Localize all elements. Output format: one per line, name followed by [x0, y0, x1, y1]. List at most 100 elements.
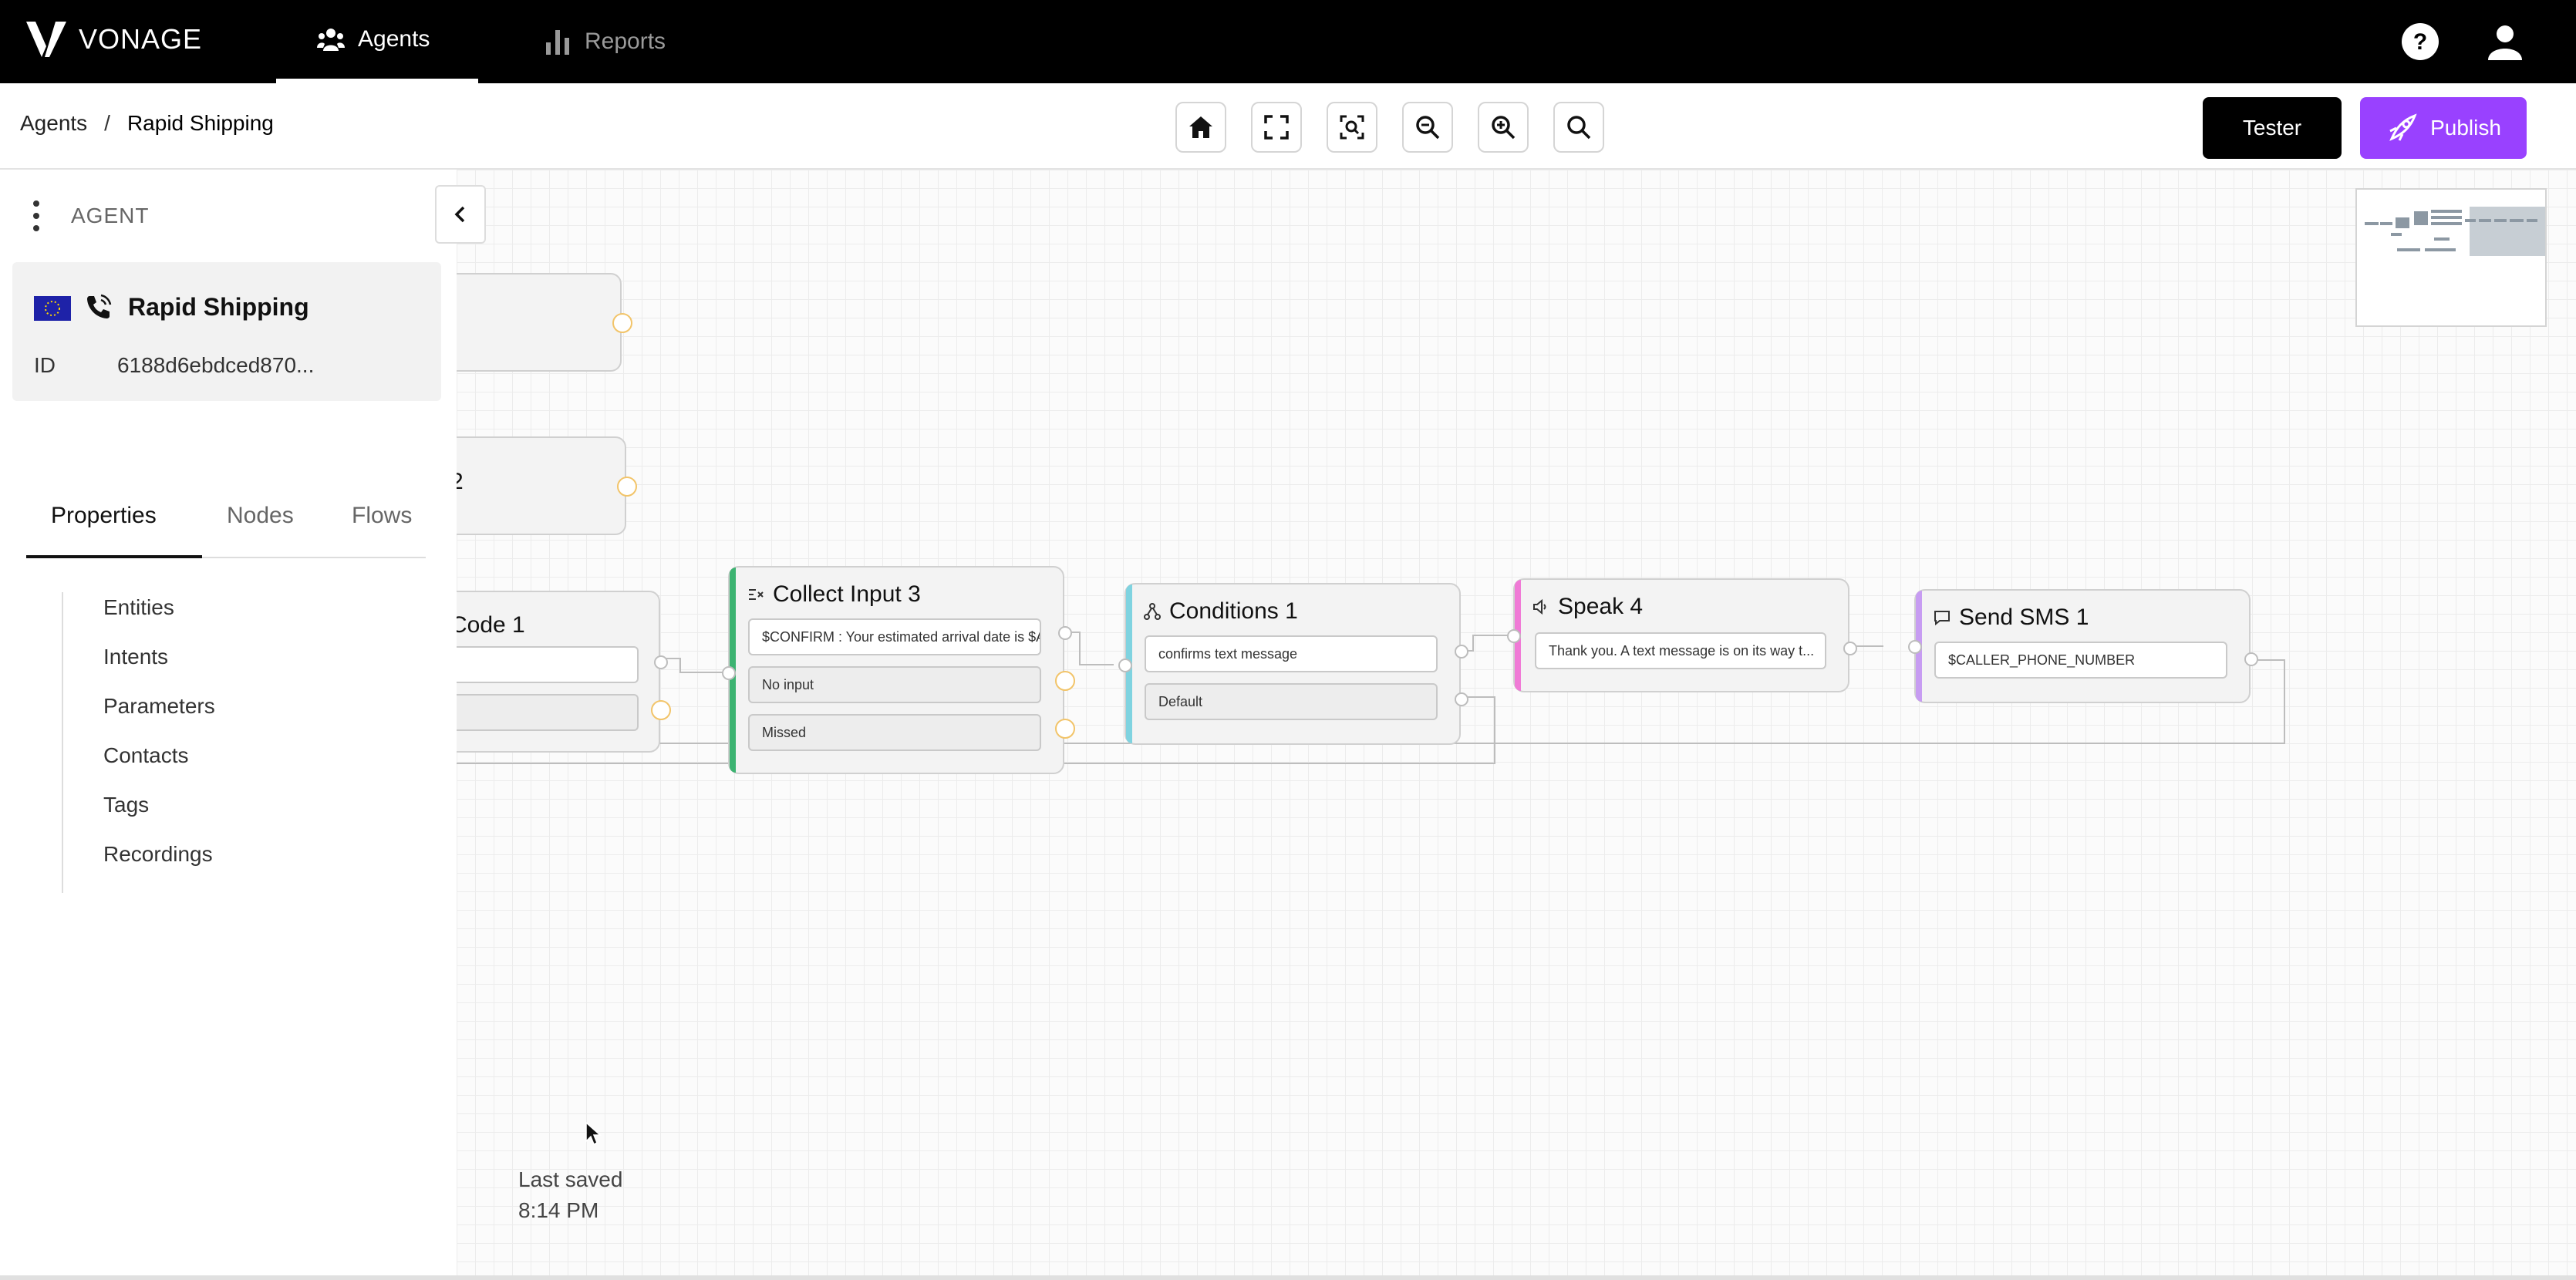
- publish-label: Publish: [2430, 116, 2501, 140]
- home-button[interactable]: [1175, 102, 1226, 153]
- publish-button[interactable]: Publish: [2360, 97, 2527, 159]
- output-port[interactable]: [1058, 626, 1072, 640]
- output-port[interactable]: [1055, 671, 1075, 691]
- node-title-text: Send SMS 1: [1959, 605, 2089, 630]
- input-port[interactable]: [1908, 640, 1922, 654]
- tab-nodes[interactable]: Nodes: [227, 503, 294, 529]
- conditions-icon: [1144, 603, 1161, 620]
- collect-input-prompt-field[interactable]: $CONFIRM : Your estimated arrival date i…: [748, 618, 1041, 655]
- vonage-v-icon: [26, 22, 66, 57]
- last-saved-status: Last saved 8:14 PM: [518, 1164, 622, 1226]
- help-icon[interactable]: ?: [2399, 20, 2442, 63]
- zoom-in-icon: [1492, 116, 1516, 140]
- output-port[interactable]: [612, 313, 632, 333]
- agent-id-value: 6188d6ebdced870...: [117, 353, 315, 377]
- sub-toolbar: Agents / Rapid Shipping Tester Publish: [0, 83, 2576, 170]
- search-button[interactable]: [1553, 102, 1604, 153]
- collapse-panel-button[interactable]: [435, 185, 486, 244]
- mouse-cursor-icon: [585, 1121, 602, 1146]
- input-port[interactable]: [1118, 659, 1132, 672]
- code-node-field[interactable]: [457, 694, 639, 731]
- output-port[interactable]: [617, 477, 637, 497]
- agent-card[interactable]: Rapid Shipping ID 6188d6ebdced870...: [12, 262, 441, 401]
- nav-tab-agents[interactable]: Agents: [276, 0, 478, 83]
- canvas-minimap[interactable]: [2355, 188, 2547, 327]
- phone-call-icon: [87, 294, 112, 318]
- breadcrumb-separator: /: [104, 111, 110, 135]
- breadcrumb-agents-link[interactable]: Agents: [20, 111, 87, 136]
- output-port[interactable]: [651, 700, 671, 720]
- no-input-branch[interactable]: No input: [748, 666, 1041, 703]
- collect-input-icon: [749, 589, 764, 600]
- input-port[interactable]: [1507, 629, 1521, 643]
- property-intents[interactable]: Intents: [103, 642, 215, 691]
- flow-node-partial-2[interactable]: 2: [457, 436, 637, 535]
- speak-node[interactable]: Speak 4 Thank you. A text message is on …: [1507, 578, 1857, 692]
- output-port[interactable]: [1455, 692, 1468, 706]
- property-parameters[interactable]: Parameters: [103, 691, 215, 740]
- node-title-text: Collect Input 3: [773, 581, 921, 607]
- top-bar: VONAGE Agents Reports ?: [0, 0, 2576, 83]
- zoom-fit-button[interactable]: [1327, 102, 1377, 153]
- nav-tab-label: Agents: [358, 26, 430, 52]
- tab-flows[interactable]: Flows: [352, 503, 412, 529]
- zoom-out-icon: [1416, 116, 1440, 140]
- output-port[interactable]: [1455, 645, 1468, 659]
- zoom-out-button[interactable]: [1402, 102, 1453, 153]
- property-entities[interactable]: Entities: [103, 592, 215, 642]
- missed-branch[interactable]: Missed: [748, 714, 1041, 751]
- code-node[interactable]: Code 1 E: [457, 591, 671, 753]
- breadcrumb: Agents / Rapid Shipping: [20, 111, 274, 136]
- breadcrumb-current: Rapid Shipping: [126, 111, 274, 135]
- agent-id-label: ID: [34, 353, 56, 377]
- minimap-preview: [2365, 207, 2545, 256]
- nav-tab-reports[interactable]: Reports: [543, 0, 666, 83]
- brand-name: VONAGE: [79, 23, 203, 55]
- output-port[interactable]: [2244, 652, 2258, 666]
- default-branch[interactable]: Default: [1145, 683, 1438, 720]
- message-icon: [1934, 611, 1950, 626]
- property-tags[interactable]: Tags: [103, 790, 215, 839]
- bar-chart-icon: [546, 30, 569, 55]
- node-title-text: Speak 4: [1558, 594, 1644, 619]
- bottom-edge: [0, 1275, 2576, 1280]
- output-port[interactable]: [654, 655, 668, 669]
- conditions-node[interactable]: Conditions 1 confirms text message Defau…: [1118, 583, 1468, 745]
- chevron-left-icon: [454, 206, 465, 223]
- collect-input-node[interactable]: Collect Input 3 $CONFIRM : Your estimate…: [722, 566, 1075, 774]
- nav-tab-label: Reports: [585, 29, 666, 54]
- search-icon: [1567, 116, 1591, 140]
- tab-properties[interactable]: Properties: [51, 503, 157, 529]
- input-port[interactable]: [722, 666, 736, 680]
- svg-text:?: ?: [2413, 29, 2427, 55]
- send-sms-node[interactable]: Send SMS 1 $CALLER_PHONE_NUMBER: [1908, 589, 2258, 703]
- vonage-logo[interactable]: VONAGE: [25, 20, 202, 59]
- flow-canvas[interactable]: 2 Code 1 E Collect Input 3 $CONFIRM : Yo…: [457, 170, 2576, 1280]
- eu-flag-icon: [34, 296, 71, 321]
- zoom-in-button[interactable]: [1478, 102, 1529, 153]
- node-title: Code 1: [457, 612, 525, 638]
- kebab-menu-icon[interactable]: [32, 199, 40, 233]
- speak-message-field[interactable]: Thank you. A text message is on its way …: [1535, 632, 1826, 669]
- node-title-text: Conditions 1: [1169, 598, 1298, 624]
- agent-name: Rapid Shipping: [128, 293, 309, 321]
- flow-node-partial-1[interactable]: [457, 273, 632, 372]
- fullscreen-button[interactable]: [1251, 102, 1302, 153]
- output-port[interactable]: [1055, 719, 1075, 739]
- sms-recipient-field[interactable]: $CALLER_PHONE_NUMBER: [1934, 642, 2227, 679]
- property-recordings[interactable]: Recordings: [103, 839, 215, 888]
- home-icon: [1189, 116, 1212, 138]
- last-saved-label: Last saved: [518, 1167, 623, 1191]
- property-contacts[interactable]: Contacts: [103, 740, 215, 790]
- last-saved-time: 8:14 PM: [518, 1198, 599, 1222]
- output-port[interactable]: [1843, 642, 1857, 655]
- condition-branch[interactable]: confirms text message: [1145, 635, 1438, 672]
- fit-screen-icon: [1264, 115, 1289, 140]
- node-title: Collect Input 3: [747, 581, 921, 608]
- zoom-fit-icon: [1340, 115, 1364, 140]
- node-title: Speak 4: [1532, 594, 1643, 620]
- tester-button[interactable]: Tester: [2203, 97, 2342, 159]
- active-tab-indicator: [26, 555, 202, 558]
- user-profile-icon[interactable]: [2483, 20, 2527, 63]
- code-node-field[interactable]: E: [457, 646, 639, 683]
